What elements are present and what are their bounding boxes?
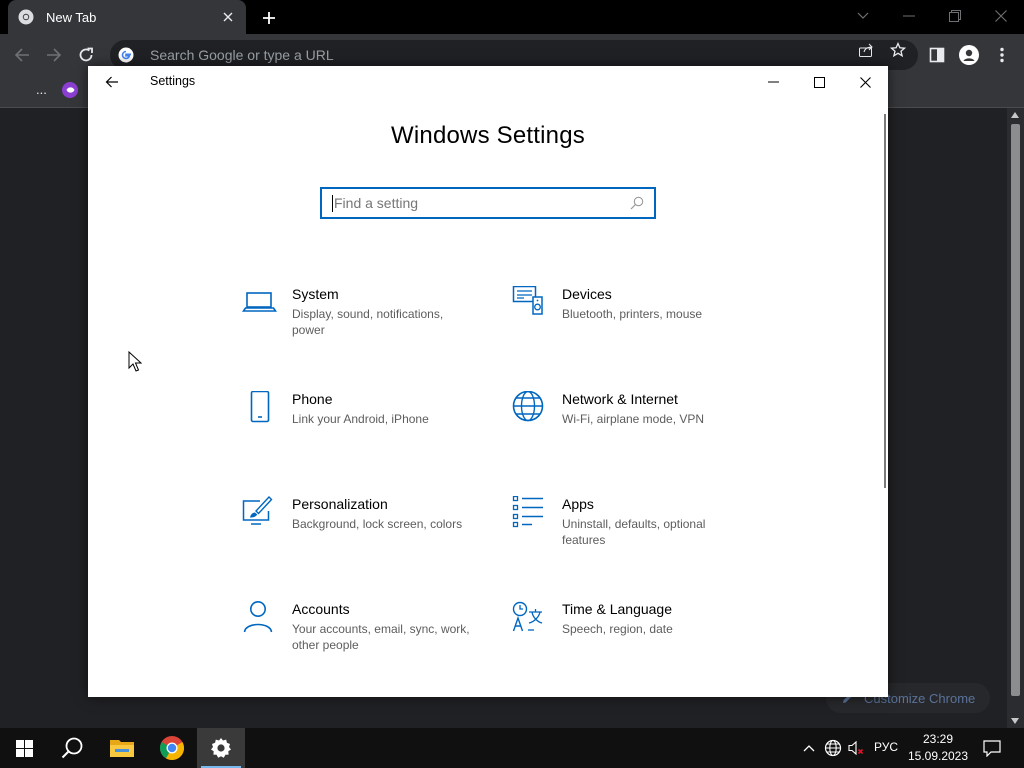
category-name: Personalization [292,496,388,512]
chrome-logo-icon [18,9,34,25]
category-name: System [292,286,339,302]
google-g-icon [118,47,134,63]
text-caret [332,194,333,212]
category-desc: Bluetooth, printers, mouse [562,307,703,321]
side-panel-icon[interactable] [924,42,950,68]
taskbar-file-explorer[interactable] [98,728,146,768]
scroll-down-icon[interactable] [1011,718,1019,724]
profile-avatar-icon[interactable] [956,42,982,68]
category-name: Network & Internet [562,391,678,407]
chrome-tab-new-tab[interactable]: New Tab [8,0,246,34]
tray-chevron-up-icon[interactable] [799,738,819,758]
time-language-icon [512,601,543,632]
new-tab-button[interactable] [259,8,279,28]
category-system[interactable]: System Display, sound, notifications, po… [242,286,482,360]
chrome-close-icon[interactable] [989,4,1013,28]
bookmark-star-icon[interactable] [889,41,907,59]
settings-minimize-icon[interactable] [750,66,796,98]
settings-back-icon[interactable] [102,72,122,92]
tray-language[interactable]: РУС [874,740,898,754]
tray-date: 15.09.2023 [907,749,969,763]
taskbar: РУС 23:29 15.09.2023 [0,728,1024,768]
category-time-language[interactable]: Time & Language Speech, region, date [512,601,752,675]
settings-window-title: Settings [150,74,196,88]
category-name: Time & Language [562,601,672,617]
taskbar-search-button[interactable] [48,728,96,768]
category-name: Accounts [292,601,350,617]
category-desc: Uninstall, defaults, optional features [562,517,706,547]
category-network-internet[interactable]: Network & Internet Wi-Fi, airplane mode,… [512,391,752,465]
devices-icon [512,286,543,315]
category-accounts[interactable]: Accounts Your accounts, email, sync, wor… [242,601,482,675]
laptop-icon [242,292,277,312]
chrome-menu-icon[interactable] [989,42,1015,68]
chrome-restore-icon[interactable] [943,4,967,28]
chrome-logo-icon [160,736,184,760]
settings-scrollbar[interactable] [884,114,886,488]
category-desc: Display, sound, notifications, power [292,307,444,337]
category-name: Phone [292,391,333,407]
tab-search-chevron-icon[interactable] [851,4,875,28]
taskbar-chrome[interactable] [148,728,196,768]
chrome-tab-strip: New Tab [0,0,1024,34]
scroll-up-icon[interactable] [1011,112,1019,118]
category-desc: Speech, region, date [562,622,673,636]
settings-title-bar: Settings [88,66,888,98]
omnibox-placeholder: Search Google or type a URL [150,47,334,63]
category-desc: Link your Android, iPhone [292,412,429,426]
share-icon[interactable] [857,41,875,59]
start-button[interactable] [0,728,48,768]
category-personalization[interactable]: Personalization Background, lock screen,… [242,496,482,570]
settings-heading: Windows Settings [391,122,585,149]
windows-logo-icon [15,739,33,757]
paint-icon [242,496,273,525]
reload-icon[interactable] [73,42,99,68]
globe-icon [512,391,544,422]
mouse-cursor-icon [128,351,142,372]
category-desc: Wi-Fi, airplane mode, VPN [562,412,705,426]
tray-clock[interactable]: 23:29 15.09.2023 [906,731,970,765]
folder-icon [110,740,134,757]
bookmarks-more[interactable]: ... [36,82,47,97]
bookmark-favicon-icon[interactable] [62,82,78,98]
category-apps[interactable]: Apps Uninstall, defaults, optional featu… [512,496,752,570]
category-name: Apps [562,496,594,512]
scrollbar-thumb[interactable] [1011,124,1020,696]
search-icon [61,737,83,759]
settings-close-icon[interactable] [842,66,888,98]
category-devices[interactable]: Devices Bluetooth, printers, mouse [512,286,752,360]
category-desc: Your accounts, email, sync, work, other … [292,622,470,652]
phone-icon [250,391,270,423]
category-phone[interactable]: Phone Link your Android, iPhone [242,391,482,465]
back-arrow-icon[interactable] [9,42,35,68]
tray-volume-muted-icon[interactable] [846,738,866,758]
tab-close-icon[interactable] [220,9,236,25]
find-setting-placeholder: Find a setting [334,195,419,211]
person-icon [243,601,273,633]
chrome-minimize-icon[interactable] [897,4,921,28]
tray-time: 23:29 [922,732,954,746]
find-setting-input[interactable]: Find a setting [320,187,656,219]
gear-icon [211,738,231,758]
apps-list-icon [512,496,543,528]
category-name: Devices [562,286,612,302]
forward-arrow-icon[interactable] [41,42,67,68]
tray-network-globe-icon[interactable] [823,738,843,758]
tab-title: New Tab [46,9,97,25]
search-icon [630,196,644,210]
category-desc: Background, lock screen, colors [292,517,463,531]
page-scrollbar[interactable] [1007,108,1024,728]
settings-window: Settings Windows Settings Find a setting… [88,66,888,697]
notifications-icon[interactable] [982,738,1002,758]
settings-maximize-icon[interactable] [796,66,842,98]
taskbar-settings[interactable] [197,728,245,768]
